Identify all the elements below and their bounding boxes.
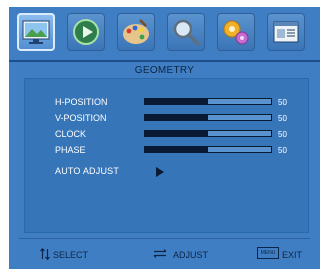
document-window-icon (273, 21, 299, 43)
v-position-value: 50 (278, 114, 287, 123)
h-position-slider[interactable] (144, 98, 272, 105)
footer-adjust-label: ADJUST (173, 250, 209, 260)
osd-window: GEOMETRY H-POSITION 50 V-POSITION 50 CLO… (9, 7, 320, 269)
phase-fill (145, 147, 208, 152)
v-position-slider[interactable] (144, 114, 272, 121)
clock-slider[interactable] (144, 130, 272, 137)
clock-label[interactable]: CLOCK (55, 129, 86, 139)
v-position-fill (145, 115, 208, 120)
paint-palette-icon (123, 19, 149, 44)
adjust-leftright-icon (153, 249, 167, 258)
clock-fill (145, 131, 208, 136)
h-position-value: 50 (278, 98, 287, 107)
phase-label[interactable]: PHASE (55, 145, 86, 155)
monitor-landscape-icon (22, 20, 50, 44)
tab-picture[interactable] (17, 13, 55, 51)
tab-zoom[interactable] (167, 13, 205, 51)
clock-value: 50 (278, 130, 287, 139)
footer-exit-label: EXIT (282, 250, 303, 260)
tab-playback[interactable] (67, 13, 105, 51)
auto-adjust-arrow-icon[interactable] (156, 167, 164, 177)
tab-settings[interactable] (217, 13, 255, 51)
footer-divider (19, 238, 310, 239)
select-updown-icon (40, 248, 50, 260)
h-position-fill (145, 99, 208, 104)
play-circle-icon (73, 19, 99, 45)
h-position-label[interactable]: H-POSITION (55, 97, 108, 107)
gears-icon (223, 20, 249, 45)
auto-adjust-label[interactable]: AUTO ADJUST (55, 166, 119, 176)
phase-slider[interactable] (144, 146, 272, 153)
magnifier-icon (173, 19, 200, 46)
tab-color[interactable] (117, 13, 155, 51)
footer-select-label: SELECT (53, 250, 89, 260)
phase-value: 50 (278, 146, 287, 155)
tab-information[interactable] (267, 13, 305, 51)
menu-title: GEOMETRY (134, 65, 195, 76)
v-position-label[interactable]: V-POSITION (55, 113, 107, 123)
tab-strip (9, 7, 320, 59)
header-divider (9, 60, 320, 62)
menu-key-icon: MENU (257, 247, 279, 259)
